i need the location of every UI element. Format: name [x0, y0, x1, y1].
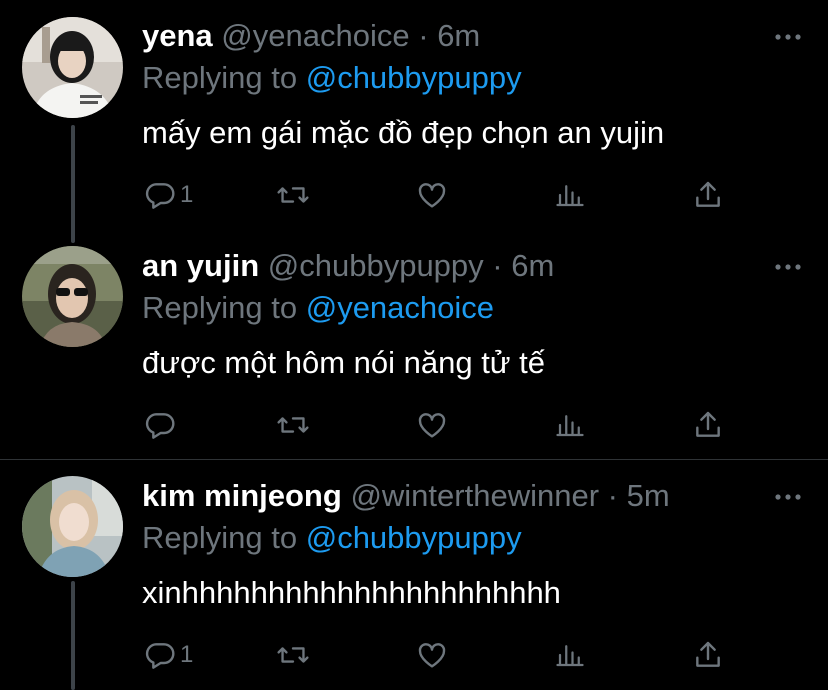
retweet-icon — [277, 647, 309, 663]
reply-button[interactable]: 1 — [144, 635, 193, 675]
avatar[interactable] — [22, 476, 123, 577]
tweet-header: kim minjeong @winterthewinner · 5m — [142, 476, 670, 516]
like-button[interactable] — [415, 635, 449, 675]
separator-dot: · — [607, 478, 618, 513]
reply-icon — [145, 643, 175, 669]
like-icon — [418, 643, 446, 668]
share-button[interactable] — [692, 635, 724, 675]
tweet[interactable]: kim minjeong @winterthewinner · 5m Reply… — [0, 0, 828, 690]
tweet-text: xinhhhhhhhhhhhhhhhhhhhhhh — [142, 575, 561, 610]
share-icon — [696, 641, 720, 667]
analytics-icon — [556, 645, 584, 667]
replying-to-label: Replying to — [142, 520, 306, 555]
replying-to: Replying to @chubbypuppy — [142, 518, 522, 558]
timestamp[interactable]: 5m — [627, 478, 670, 513]
action-bar: 1 — [140, 635, 740, 675]
mention-link[interactable]: @chubbypuppy — [306, 520, 522, 555]
display-name[interactable]: kim minjeong — [142, 478, 342, 513]
reply-count: 1 — [180, 641, 194, 668]
more-icon[interactable] — [773, 487, 803, 507]
retweet-button[interactable] — [276, 635, 310, 675]
analytics-button[interactable] — [555, 635, 585, 675]
username[interactable]: @winterthewinner — [350, 478, 599, 513]
